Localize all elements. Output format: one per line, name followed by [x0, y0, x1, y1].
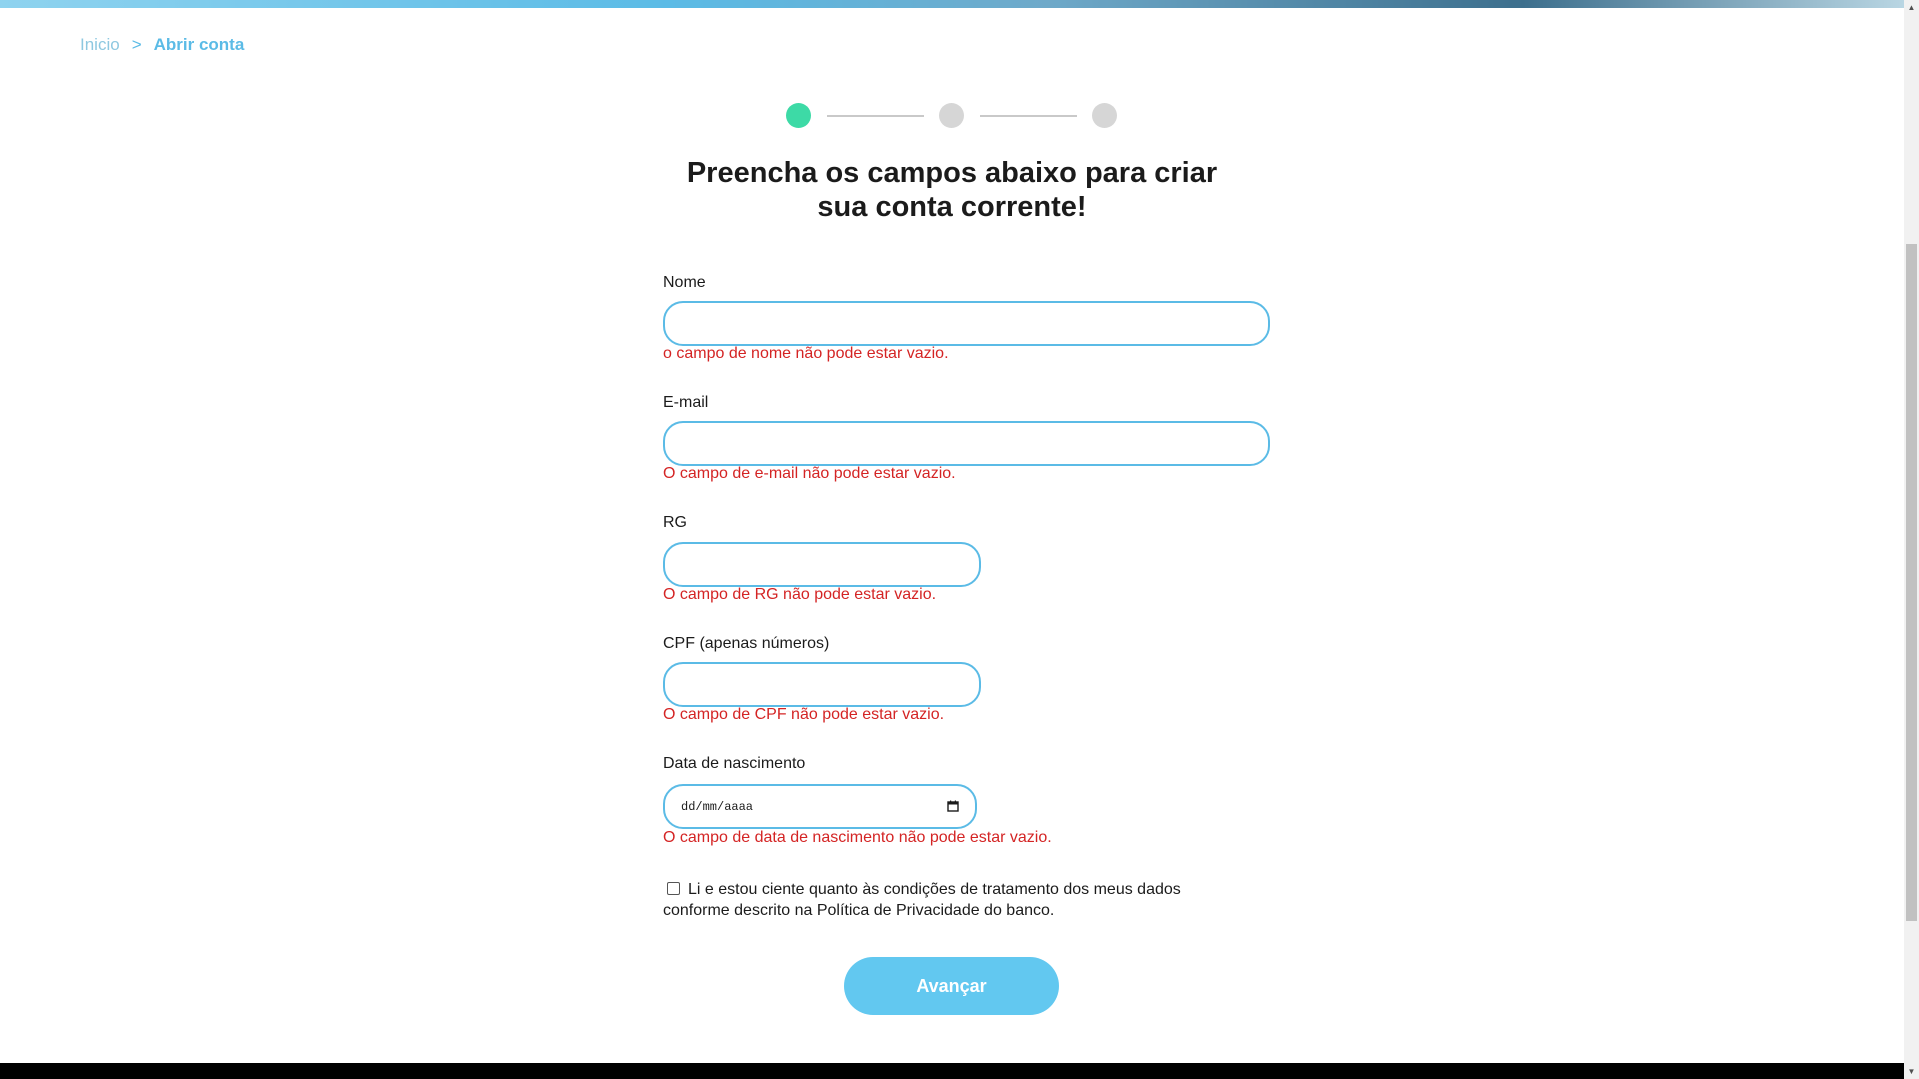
nome-input[interactable] [663, 301, 1270, 346]
rg-input[interactable] [663, 542, 981, 587]
birthdate-label: Data de nascimento [663, 755, 806, 772]
consent-text: Li e estou ciente quanto às condições de… [663, 881, 1181, 919]
scrollbar-thumb[interactable] [1906, 244, 1917, 921]
email-label: E-mail [663, 394, 709, 411]
nome-error: o campo de nome não pode estar vazio. [663, 345, 949, 362]
email-input[interactable] [663, 421, 1270, 466]
footer-bar [0, 1063, 1904, 1079]
privacy-consent: Li e estou ciente quanto às condições de… [663, 879, 1223, 921]
page-title-line-2: sua conta corrente! [817, 191, 1087, 223]
breadcrumb-separator: > [131, 35, 142, 54]
step-connector-1 [827, 115, 924, 117]
scroll-up-arrow-icon[interactable]: ▲ [1904, 0, 1919, 15]
page-scrollbar[interactable]: ▲ ▼ [1904, 0, 1919, 1079]
page: Inicio > Abrir conta Preencha os campos … [0, 0, 1904, 1079]
cpf-error: O campo de CPF não pode estar vazio. [663, 706, 945, 723]
top-banner-image [0, 0, 1904, 8]
birthdate-placeholder: dd/mm/aaaa [681, 800, 754, 814]
page-title: Preencha os campos abaixo para criar sua… [560, 156, 1344, 224]
breadcrumb-current: Abrir conta [153, 35, 245, 54]
birthdate-error: O campo de data de nascimento não pode e… [663, 829, 1052, 846]
cpf-label: CPF (apenas números) [663, 635, 830, 652]
step-3-indicator [1092, 103, 1117, 128]
page-title-line-1: Preencha os campos abaixo para criar [686, 157, 1218, 189]
advance-button[interactable]: Avançar [844, 957, 1059, 1015]
birthdate-input[interactable]: dd/mm/aaaa [663, 784, 977, 829]
step-connector-2 [980, 115, 1077, 117]
step-2-indicator [939, 103, 964, 128]
step-1-indicator [786, 103, 811, 128]
scroll-down-arrow-icon[interactable]: ▼ [1904, 1064, 1919, 1079]
rg-label: RG [663, 514, 687, 531]
cpf-input[interactable] [663, 662, 981, 707]
calendar-icon[interactable] [947, 800, 959, 812]
nome-label: Nome [663, 274, 706, 291]
progress-stepper [786, 103, 1117, 129]
email-error: O campo de e-mail não pode estar vazio. [663, 465, 956, 482]
rg-error: O campo de RG não pode estar vazio. [663, 586, 937, 603]
breadcrumb: Inicio > Abrir conta [80, 35, 244, 55]
breadcrumb-home-link[interactable]: Inicio [80, 35, 120, 55]
consent-checkbox[interactable] [667, 882, 680, 895]
